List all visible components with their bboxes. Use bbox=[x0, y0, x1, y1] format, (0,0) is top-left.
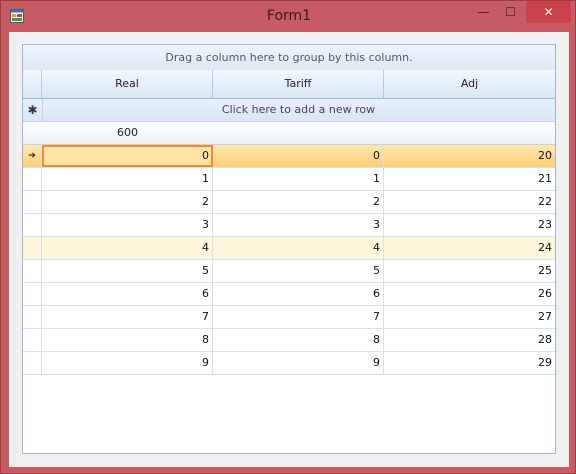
table-row[interactable]: 2 2 22 bbox=[23, 191, 555, 214]
row-indicator[interactable] bbox=[23, 283, 42, 305]
cell-adj[interactable]: 21 bbox=[384, 168, 555, 190]
cell-real[interactable]: 6 bbox=[42, 283, 213, 305]
data-grid[interactable]: Drag a column here to group by this colu… bbox=[22, 44, 556, 454]
cell-adj[interactable]: 23 bbox=[384, 214, 555, 236]
table-row[interactable]: 3 3 23 bbox=[23, 214, 555, 237]
table-row[interactable]: 6 6 26 bbox=[23, 283, 555, 306]
table-row[interactable]: 7 7 27 bbox=[23, 306, 555, 329]
column-header-tariff[interactable]: Tariff bbox=[213, 70, 384, 98]
row-indicator[interactable] bbox=[23, 214, 42, 236]
summary-row: 600 bbox=[23, 122, 555, 145]
table-row[interactable]: 5 5 25 bbox=[23, 260, 555, 283]
cell-real[interactable]: 3 bbox=[42, 214, 213, 236]
maximize-button[interactable]: ☐ bbox=[497, 1, 524, 23]
row-indicator[interactable] bbox=[23, 168, 42, 190]
cell-adj[interactable]: 22 bbox=[384, 191, 555, 213]
client-area: Drag a column here to group by this colu… bbox=[9, 32, 569, 467]
column-header-adj[interactable]: Adj bbox=[384, 70, 555, 98]
cell-real[interactable]: 8 bbox=[42, 329, 213, 351]
row-indicator[interactable] bbox=[23, 352, 42, 374]
row-header-corner bbox=[23, 70, 42, 98]
cell-real[interactable]: 5 bbox=[42, 260, 213, 282]
row-indicator[interactable] bbox=[23, 329, 42, 351]
row-indicator[interactable] bbox=[23, 237, 42, 259]
cell-real[interactable]: 1 bbox=[42, 168, 213, 190]
row-indicator[interactable] bbox=[23, 306, 42, 328]
cell-adj[interactable]: 29 bbox=[384, 352, 555, 374]
new-row-icon: ✱ bbox=[23, 99, 43, 121]
column-header-real[interactable]: Real bbox=[42, 70, 213, 98]
group-by-panel[interactable]: Drag a column here to group by this colu… bbox=[23, 45, 555, 71]
close-button[interactable]: ✕ bbox=[526, 1, 571, 23]
cell-tariff[interactable]: 9 bbox=[213, 352, 384, 374]
cell-adj[interactable]: 25 bbox=[384, 260, 555, 282]
cell-tariff[interactable]: 5 bbox=[213, 260, 384, 282]
row-indicator[interactable] bbox=[23, 260, 42, 282]
table-row[interactable]: 1 1 21 bbox=[23, 168, 555, 191]
cell-tariff[interactable]: 6 bbox=[213, 283, 384, 305]
table-row[interactable]: 8 8 28 bbox=[23, 329, 555, 352]
cell-tariff[interactable]: 2 bbox=[213, 191, 384, 213]
table-row[interactable]: 4 4 24 bbox=[23, 237, 555, 260]
cell-adj[interactable]: 26 bbox=[384, 283, 555, 305]
form-window: Form1 — ☐ ✕ Drag a column here to group … bbox=[0, 0, 576, 474]
table-row[interactable]: ➔ 0 0 20 bbox=[23, 145, 555, 168]
new-row[interactable]: ✱ Click here to add a new row bbox=[23, 99, 555, 122]
cell-adj[interactable]: 27 bbox=[384, 306, 555, 328]
cell-tariff[interactable]: 3 bbox=[213, 214, 384, 236]
cell-real[interactable]: 7 bbox=[42, 306, 213, 328]
current-row-icon[interactable]: ➔ bbox=[23, 145, 42, 167]
cell-tariff[interactable]: 0 bbox=[213, 145, 384, 167]
cell-tariff[interactable]: 7 bbox=[213, 306, 384, 328]
cell-adj[interactable]: 24 bbox=[384, 237, 555, 259]
row-indicator[interactable] bbox=[23, 191, 42, 213]
column-header-row: Real Tariff Adj bbox=[23, 70, 555, 99]
cell-real[interactable]: 0 bbox=[42, 145, 213, 167]
cell-adj[interactable]: 28 bbox=[384, 329, 555, 351]
cell-tariff[interactable]: 8 bbox=[213, 329, 384, 351]
table-row[interactable]: 9 9 29 bbox=[23, 352, 555, 375]
minimize-button[interactable]: — bbox=[470, 1, 497, 23]
cell-tariff[interactable]: 1 bbox=[213, 168, 384, 190]
summary-real: 600 bbox=[117, 126, 138, 139]
cell-real[interactable]: 4 bbox=[42, 237, 213, 259]
cell-real[interactable]: 2 bbox=[42, 191, 213, 213]
cell-tariff[interactable]: 4 bbox=[213, 237, 384, 259]
cell-real[interactable]: 9 bbox=[42, 352, 213, 374]
cell-adj[interactable]: 20 bbox=[384, 145, 555, 167]
title-bar[interactable]: Form1 — ☐ ✕ bbox=[1, 1, 576, 33]
new-row-label[interactable]: Click here to add a new row bbox=[42, 99, 555, 121]
